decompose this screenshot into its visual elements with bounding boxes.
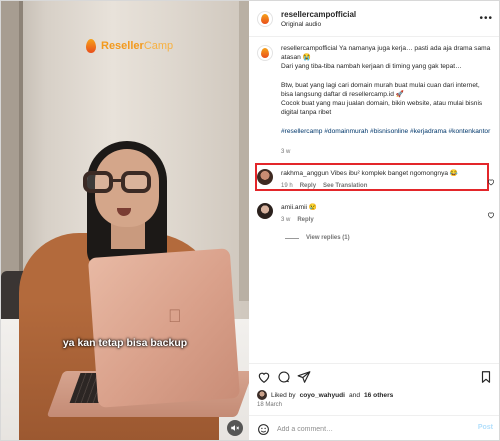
save-button[interactable] — [479, 370, 493, 384]
comment-meta: 19 h Reply See Translation — [281, 183, 367, 189]
flame-logo-icon — [261, 48, 269, 58]
comment-timestamp: 3 w — [281, 217, 291, 223]
flame-logo-icon — [261, 14, 269, 24]
commenter-avatar[interactable] — [257, 203, 273, 219]
glasses-right-lens — [121, 171, 151, 193]
more-options-icon[interactable]: ••• — [479, 13, 493, 24]
emoji-button[interactable] — [257, 423, 270, 436]
post-username[interactable]: resellercampofficial — [281, 10, 356, 19]
liker-username[interactable]: coyo_wahyudi — [300, 392, 345, 399]
replies-divider — [285, 237, 299, 239]
comment-body: amii.amii 😢 — [281, 203, 317, 211]
heart-icon — [258, 372, 270, 383]
likes-others-link[interactable]: 16 others — [364, 392, 393, 399]
post-comment-button[interactable]: Post — [478, 424, 493, 431]
share-icon — [297, 371, 311, 383]
laptop-lid — [87, 248, 241, 408]
view-replies-label[interactable]: View replies (1) — [306, 235, 350, 241]
glasses-bridge — [111, 179, 123, 182]
see-translation-button[interactable]: See Translation — [323, 183, 367, 189]
brand-watermark: ResellerCamp — [85, 39, 173, 53]
view-replies-button[interactable]: View replies (1) — [285, 235, 350, 241]
apple-logo-icon:  — [168, 306, 182, 327]
comment-meta: 3 w Reply — [281, 217, 314, 223]
caption-paragraph-2b: Cocok buat yang mau jualan domain, bikin… — [281, 100, 483, 117]
commenter-avatar[interactable] — [257, 169, 273, 185]
comment-like-button[interactable] — [487, 173, 495, 186]
comment-button[interactable] — [277, 370, 291, 384]
caption-line-2: Dari yang tiba-tiba nambah kerjaan di ti… — [281, 63, 462, 71]
emoji-icon — [258, 424, 269, 435]
video-subtitle: ya kan tetap bisa backup — [62, 337, 188, 349]
likes-summary: Liked by coyo_wahyudi and 16 others — [257, 390, 393, 400]
brand-watermark-text: ResellerCamp — [101, 40, 173, 52]
brand-watermark-light: Camp — [143, 40, 174, 52]
comment-body: rakhma_anggun Vibes ibu² komplek banget … — [281, 169, 458, 177]
likes-prefix: Liked by — [271, 391, 296, 399]
bookmark-icon — [481, 371, 491, 383]
mute-button[interactable] — [227, 420, 243, 436]
heart-icon — [487, 212, 495, 219]
comment-timestamp: 19 h — [281, 183, 293, 189]
video-wall-panel — [239, 1, 249, 301]
comment-like-button[interactable] — [487, 206, 495, 219]
caption-timestamp: 3 w — [281, 149, 291, 155]
like-button[interactable] — [257, 370, 271, 384]
reel-video[interactable]:  ResellerCamp ya kan tetap bisa backup — [1, 1, 249, 440]
post-panel: resellercampofficial Original audio ••• … — [249, 1, 499, 440]
reply-button[interactable]: Reply — [297, 217, 313, 223]
likes-and: and — [349, 391, 361, 399]
caption-hashtags[interactable]: #resellercamp #domainmurah #bisnisonline… — [281, 127, 493, 136]
post-header: resellercampofficial Original audio ••• — [249, 1, 499, 37]
caption-paragraph-2: Btw, buat yang lagi cari domain murah bu… — [281, 81, 480, 98]
comment-username[interactable]: rakhma_anggun — [281, 170, 329, 177]
caption-avatar[interactable] — [257, 45, 273, 61]
profile-avatar[interactable] — [257, 11, 273, 27]
caption-text: resellercampofficial Ya namanya juga ker… — [281, 44, 493, 145]
comment-text: 😢 — [308, 204, 318, 211]
post-actions: Liked by coyo_wahyudi and 16 others 18 M… — [249, 363, 499, 415]
heart-icon — [487, 179, 495, 186]
post-date: 18 March — [257, 402, 283, 408]
caption-username[interactable]: resellercampofficial — [281, 45, 337, 52]
original-audio-link[interactable]: Original audio — [281, 21, 321, 28]
speaker-muted-icon — [231, 425, 240, 431]
instagram-post-modal:  ResellerCamp ya kan tetap bisa backup … — [0, 0, 500, 441]
liker-avatar[interactable] — [257, 390, 267, 400]
comment-username[interactable]: amii.amii — [281, 204, 307, 211]
share-button[interactable] — [297, 370, 311, 384]
glasses-left-lens — [83, 171, 113, 193]
reply-button[interactable]: Reply — [300, 183, 316, 189]
add-comment-bar: Post — [249, 415, 499, 440]
flame-logo-icon — [85, 39, 97, 53]
comment-icon — [278, 371, 290, 383]
brand-watermark-bold: Reseller — [101, 40, 144, 52]
comment-text: Vibes ibu² komplek banget ngomongnya 😂 — [330, 170, 459, 177]
add-comment-input[interactable] — [277, 423, 457, 436]
